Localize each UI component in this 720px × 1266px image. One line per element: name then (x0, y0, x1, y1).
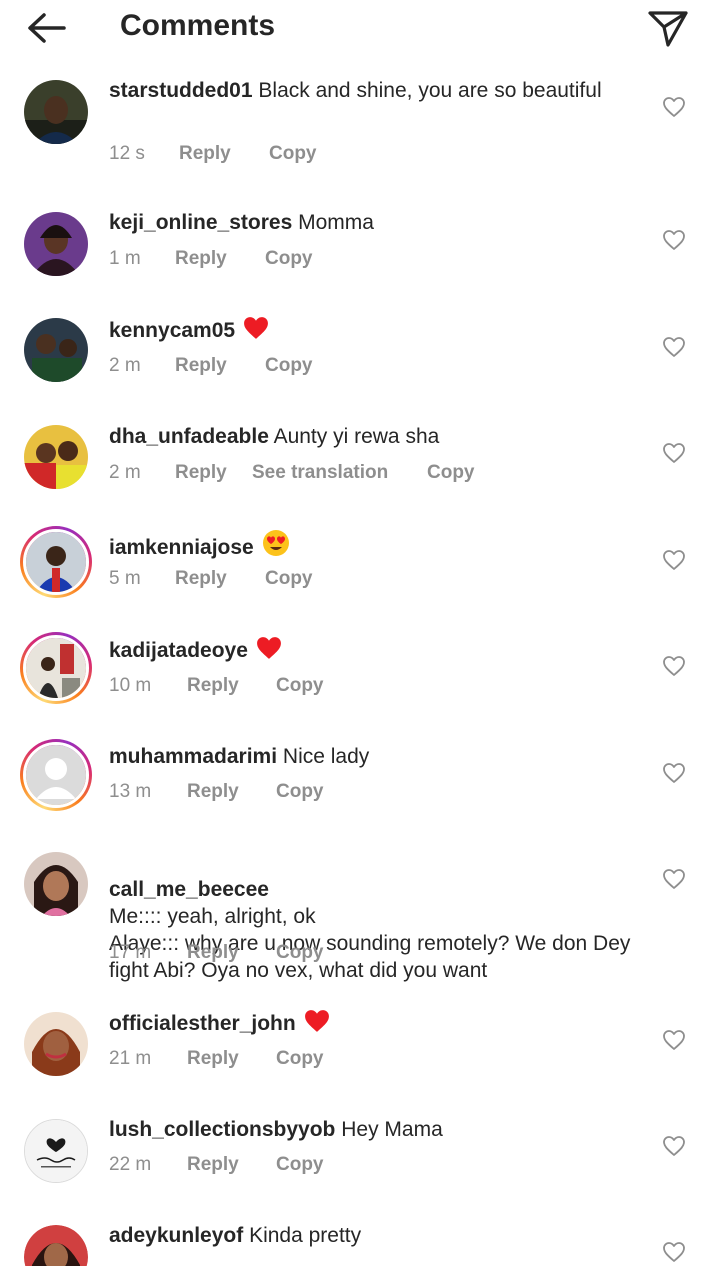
page-title: Comments (120, 9, 276, 42)
like-heart-icon[interactable] (662, 1135, 686, 1157)
copy-button[interactable]: Copy (276, 1153, 324, 1177)
red-heart-emoji-icon (244, 317, 268, 339)
comment-text: kadijatadeoye (109, 636, 639, 664)
comment-username[interactable]: lush_collectionsbyyob (109, 1118, 335, 1141)
avatar[interactable] (24, 80, 88, 144)
red-heart-emoji-icon (256, 637, 281, 659)
copy-button[interactable]: Copy (269, 142, 317, 166)
comment-username[interactable]: dha_unfadeable (109, 425, 269, 448)
like-heart-icon[interactable] (662, 549, 686, 571)
copy-button[interactable]: Copy (265, 247, 313, 271)
like-heart-icon[interactable] (662, 1241, 686, 1263)
see-translation-button[interactable]: See translation (252, 461, 388, 485)
comment-username[interactable]: starstudded01 (109, 79, 253, 102)
comment-text: iamkenniajose (109, 529, 639, 561)
top-bar: Comments (0, 0, 720, 56)
reply-button[interactable]: Reply (179, 142, 231, 166)
like-heart-icon[interactable] (662, 96, 686, 118)
comment-body: Aunty yi rewa sha (273, 425, 440, 448)
avatar[interactable] (24, 1012, 88, 1076)
avatar-story-ring[interactable] (20, 526, 92, 598)
comment-text: lush_collectionsbyyob Hey Mama (109, 1116, 639, 1143)
comment-text: keji_online_stores Momma (109, 209, 639, 236)
reply-button[interactable]: Reply (187, 1153, 239, 1177)
copy-button[interactable]: Copy (265, 567, 313, 591)
copy-button[interactable]: Copy (265, 354, 313, 378)
reply-button[interactable]: Reply (175, 247, 227, 271)
like-heart-icon[interactable] (662, 336, 686, 358)
reply-button[interactable]: Reply (187, 1047, 239, 1071)
arrow-left-icon (28, 13, 66, 43)
comment-body: Black and shine, you are so beautiful (258, 79, 602, 102)
copy-button[interactable]: Copy (276, 941, 324, 965)
back-button[interactable] (22, 8, 72, 48)
like-heart-icon[interactable] (662, 868, 686, 890)
comment-username[interactable]: keji_online_stores (109, 211, 292, 234)
copy-button[interactable]: Copy (427, 461, 475, 485)
like-heart-icon[interactable] (662, 762, 686, 784)
comment-text: dha_unfadeable Aunty yi rewa sha (109, 423, 639, 450)
comment-time: 2 m (109, 462, 141, 483)
like-heart-icon[interactable] (662, 229, 686, 251)
comment-username[interactable]: iamkenniajose (109, 536, 254, 559)
comment-username[interactable]: kennycam05 (109, 319, 235, 342)
avatar[interactable] (24, 1225, 88, 1266)
reply-button[interactable]: Reply (187, 674, 239, 698)
avatar-placeholder (23, 742, 89, 808)
avatar-story-ring[interactable] (20, 739, 92, 811)
comment-text: officialesther_john (109, 1009, 639, 1037)
copy-button[interactable]: Copy (276, 1047, 324, 1071)
comment-body: Hey Mama (341, 1118, 443, 1141)
comment-username[interactable]: muhammadarimi (109, 745, 277, 768)
heart-eyes-emoji-icon (262, 530, 289, 556)
avatar[interactable] (24, 852, 88, 916)
paper-plane-icon (648, 11, 688, 47)
avatar[interactable] (24, 1119, 88, 1183)
like-heart-icon[interactable] (662, 655, 686, 677)
avatar[interactable] (24, 212, 88, 276)
comment-time: 22 m (109, 1154, 152, 1175)
comment-username[interactable]: officialesther_john (109, 1012, 296, 1035)
comment-body: Momma (298, 211, 374, 234)
avatar (23, 635, 89, 701)
reply-button[interactable]: Reply (175, 567, 227, 591)
avatar (23, 529, 89, 595)
reply-button[interactable]: Reply (187, 780, 239, 804)
copy-button[interactable]: Copy (276, 674, 324, 698)
comment-time: 13 m (109, 781, 152, 802)
comment-time: 1 m (109, 248, 141, 269)
comment-time: 21 m (109, 1048, 152, 1069)
avatar-story-ring[interactable] (20, 632, 92, 704)
comment-text: adeykunleyof Kinda pretty (109, 1222, 639, 1249)
reply-button[interactable]: Reply (175, 461, 227, 485)
comment-time: 17 m (109, 942, 152, 963)
comment-username[interactable]: call_me_beecee (109, 878, 269, 901)
comment-username[interactable]: kadijatadeoye (109, 639, 248, 662)
comment-time: 5 m (109, 568, 141, 589)
comment-body: Nice lady (282, 745, 370, 768)
like-heart-icon[interactable] (662, 1029, 686, 1051)
comment-text: muhammadarimi Nice lady (109, 743, 639, 770)
comment-time: 2 m (109, 355, 141, 376)
comment-text: kennycam05 (109, 316, 639, 344)
comment-username[interactable]: adeykunleyof (109, 1224, 243, 1247)
copy-button[interactable]: Copy (276, 780, 324, 804)
reply-button[interactable]: Reply (175, 354, 227, 378)
like-heart-icon[interactable] (662, 442, 686, 464)
red-heart-emoji-icon (304, 1010, 329, 1032)
comment-time: 12 s (109, 143, 145, 164)
avatar[interactable] (24, 318, 88, 382)
comment-body: Kinda pretty (249, 1224, 362, 1247)
reply-button[interactable]: Reply (187, 941, 239, 965)
default-user-icon (26, 745, 86, 805)
comment-time: 10 m (109, 675, 152, 696)
comment-text: starstudded01 Black and shine, you are s… (109, 77, 639, 104)
avatar[interactable] (24, 425, 88, 489)
share-button[interactable] (646, 6, 690, 50)
